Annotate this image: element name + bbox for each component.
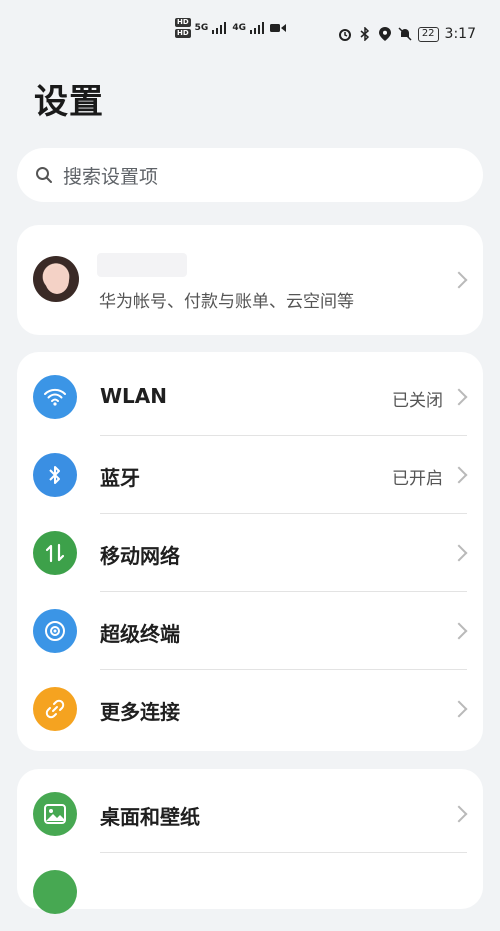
mobile-network-label: 移动网络	[100, 544, 180, 568]
clock: 3:17	[444, 26, 476, 42]
avatar	[33, 256, 79, 302]
super-device-icon	[33, 609, 77, 653]
status-bar: HD HD 5G 4G 22 3:17	[0, 0, 500, 56]
wlan-label: WLAN	[100, 384, 168, 408]
search-bar[interactable]: 搜索设置项	[17, 148, 483, 202]
mute-icon	[398, 27, 412, 41]
page-title: 设置	[34, 82, 104, 122]
network-type-2: 4G	[232, 23, 246, 33]
video-icon	[269, 24, 286, 32]
mobile-network-icon	[33, 531, 77, 575]
more-connections-label: 更多连接	[100, 700, 180, 724]
bluetooth-status: 已开启	[392, 469, 443, 489]
chevron-right-icon	[450, 544, 468, 562]
settings-item-bluetooth[interactable]: 蓝牙 已开启	[17, 436, 483, 514]
chevron-right-icon	[450, 805, 468, 823]
settings-item-super-device[interactable]: 超级终端	[17, 592, 483, 670]
status-icons: 22 3:17	[338, 26, 476, 42]
chevron-right-icon	[450, 388, 468, 406]
wallpaper-icon	[33, 792, 77, 836]
chevron-right-icon	[450, 622, 468, 640]
account-subtitle: 华为帐号、付款与账单、云空间等	[99, 292, 354, 312]
hd-badge-1: HD	[175, 18, 191, 27]
chevron-right-icon	[450, 271, 468, 289]
battery-indicator: 22	[417, 26, 439, 42]
network-type-1: 5G	[194, 23, 209, 33]
wlan-status: 已关闭	[392, 391, 443, 411]
account-card[interactable]: 华为帐号、付款与账单、云空间等	[17, 225, 483, 335]
settings-item-next[interactable]	[17, 853, 483, 931]
super-device-label: 超级终端	[100, 622, 180, 646]
account-name-redacted	[97, 253, 187, 277]
wallpaper-label: 桌面和壁纸	[100, 805, 200, 829]
signal-icon-1	[212, 22, 227, 34]
connectivity-card: WLAN 已关闭 蓝牙 已开启 移动网络 超级终端 更多连接	[17, 352, 483, 751]
settings-item-mobile-network[interactable]: 移动网络	[17, 514, 483, 592]
bluetooth-status-icon	[358, 27, 372, 41]
search-placeholder: 搜索设置项	[63, 165, 159, 188]
display-card: 桌面和壁纸	[17, 769, 483, 914]
chevron-right-icon	[450, 466, 468, 484]
hd-badge-2: HD	[175, 29, 191, 38]
link-icon	[33, 687, 77, 731]
search-icon	[36, 167, 52, 183]
chevron-right-icon	[450, 700, 468, 718]
location-icon	[378, 27, 392, 41]
bluetooth-label: 蓝牙	[100, 466, 140, 490]
bluetooth-icon	[33, 453, 77, 497]
settings-item-wallpaper[interactable]: 桌面和壁纸	[17, 775, 483, 853]
settings-item-wlan[interactable]: WLAN 已关闭	[17, 358, 483, 436]
network-indicators: HD HD 5G 4G	[175, 18, 286, 38]
wifi-icon	[33, 375, 77, 419]
settings-item-more-connections[interactable]: 更多连接	[17, 670, 483, 748]
alarm-icon	[338, 27, 352, 41]
signal-icon-2	[249, 22, 264, 34]
settings-next-icon	[33, 870, 77, 914]
